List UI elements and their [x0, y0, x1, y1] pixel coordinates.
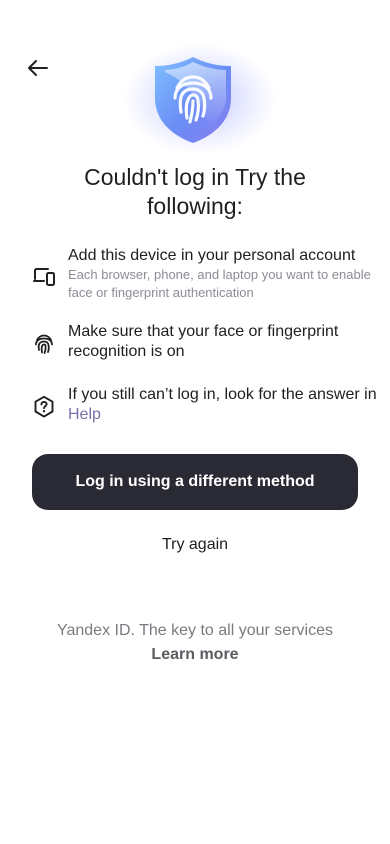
- page-title: Couldn't log in Try the following:: [84, 164, 306, 219]
- try-again-button[interactable]: Try again: [95, 530, 295, 560]
- footer-text: Yandex ID. The key to all your services: [57, 622, 333, 639]
- tip-enable-biometrics-text: Make sure that your face or fingerprint …: [68, 323, 339, 360]
- tip-help: If you still can’t log in, look for the …: [32, 385, 390, 425]
- tip-help-prefix: If you still can’t log in, look for the …: [68, 386, 377, 403]
- tip-add-device-text: Add this device in your personal account: [68, 247, 356, 264]
- help-link[interactable]: Help: [68, 406, 101, 423]
- device-icon: [32, 264, 56, 288]
- hero-illustration: [115, 40, 275, 160]
- footer: Yandex ID. The key to all your services …: [20, 621, 370, 665]
- arrow-left-icon: [28, 60, 48, 76]
- login-different-method-button[interactable]: Log in using a different method: [32, 454, 358, 510]
- back-button[interactable]: [20, 52, 56, 84]
- tip-add-device-subtext: Each browser, phone, and laptop you want…: [68, 267, 371, 300]
- tip-enable-biometrics: Make sure that your face or fingerprint …: [32, 322, 390, 362]
- tip-add-device: Add this device in your personal account…: [32, 246, 390, 302]
- shield-fingerprint-icon: [155, 57, 231, 143]
- help-hexagon-icon: [32, 395, 56, 419]
- learn-more-link[interactable]: Learn more: [151, 645, 238, 665]
- fingerprint-icon: [32, 332, 56, 356]
- tip-help-text: If you still can’t log in, look for the …: [68, 385, 390, 425]
